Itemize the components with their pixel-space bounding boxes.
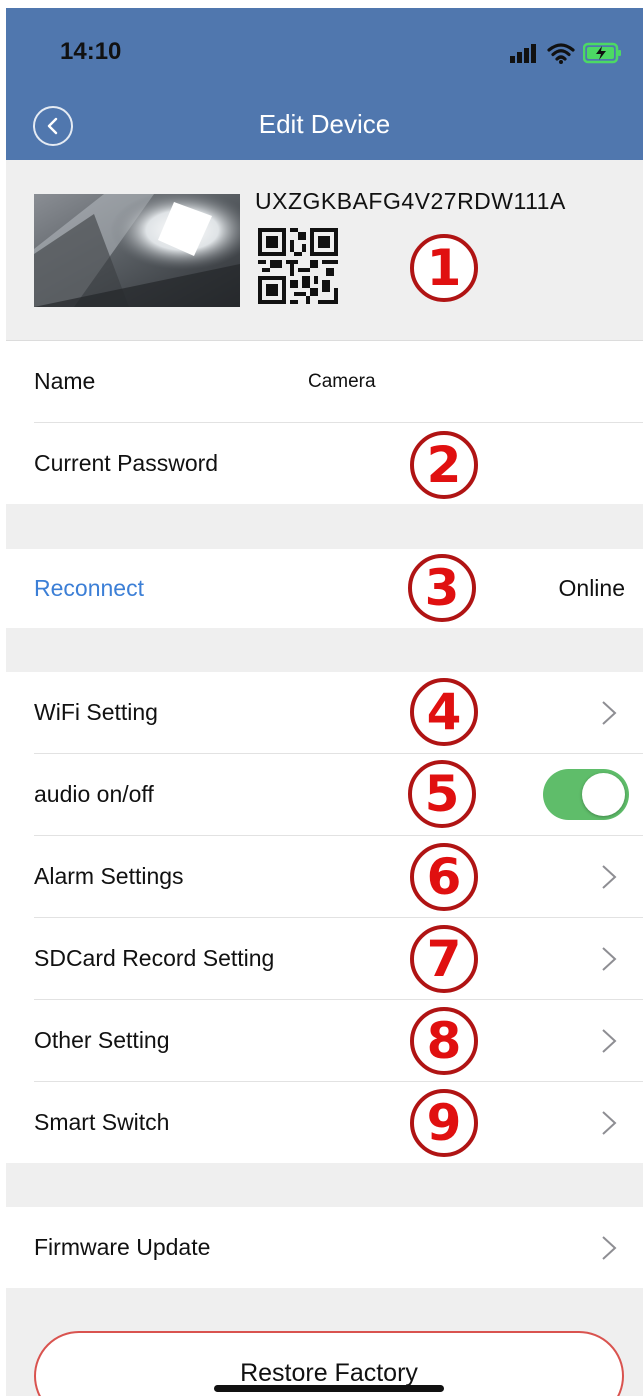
status-icons [509,42,623,64]
camera-snapshot-image [34,194,240,307]
status-time: 14:10 [60,38,122,65]
audio-row: audio on/off [6,754,643,835]
app-screen: 14:10 Edit Device UXZGKBAFG4V27RDW111A N… [0,0,643,1396]
chevron-right-icon [602,701,617,725]
sdcard-record-label: SDCard Record Setting [34,945,275,971]
restore-factory-label: Restore Factory [240,1359,418,1387]
section-gap [6,628,643,672]
home-indicator [214,1385,444,1392]
firmware-update-row[interactable]: Firmware Update [6,1207,643,1288]
annotation-marker: 1 [410,234,478,302]
navigation-header: 14:10 Edit Device [6,8,643,160]
screen-edge [0,0,6,1396]
page-title: Edit Device [258,109,391,139]
smart-switch-label: Smart Switch [34,1109,170,1135]
current-password-label: Current Password [34,450,219,476]
battery-charging-icon [583,42,621,64]
audio-label: audio on/off [34,781,154,807]
annotation-marker: 2 [410,431,478,499]
chevron-right-icon [602,947,617,971]
reconnect-link[interactable]: Reconnect [34,549,144,628]
wifi-icon [547,43,575,64]
section-gap [6,1163,643,1207]
annotation-marker: 5 [408,760,476,828]
smart-switch-row[interactable]: Smart Switch [6,1082,643,1163]
chevron-right-icon [602,1029,617,1053]
name-row[interactable]: Name Camera [6,341,643,422]
sdcard-record-row[interactable]: SDCard Record Setting [6,918,643,999]
connection-status: Online [558,575,625,601]
other-setting-row[interactable]: Other Setting [6,1000,643,1081]
reconnect-row[interactable]: Reconnect Online [6,549,643,628]
toggle-knob [582,773,625,816]
annotation-marker: 7 [410,925,478,993]
wifi-setting-label: WiFi Setting [34,699,158,725]
name-label: Name [34,368,96,394]
annotation-marker: 4 [410,678,478,746]
alarm-settings-row[interactable]: Alarm Settings [6,836,643,917]
alarm-settings-label: Alarm Settings [34,863,184,889]
current-password-row[interactable]: Current Password [6,423,643,504]
firmware-update-label: Firmware Update [34,1234,211,1260]
signal-icon [510,44,536,63]
device-uid: UXZGKBAFG4V27RDW111A [255,188,566,214]
qr-code-icon[interactable] [258,228,338,304]
chevron-right-icon [602,1111,617,1135]
annotation-marker: 6 [410,843,478,911]
other-setting-label: Other Setting [34,1027,170,1053]
annotation-marker: 9 [410,1089,478,1157]
camera-thumbnail[interactable] [34,194,240,307]
name-value: Camera [308,371,376,392]
chevron-right-icon [602,1236,617,1260]
annotation-marker: 3 [408,554,476,622]
wifi-setting-row[interactable]: WiFi Setting [6,672,643,753]
chevron-right-icon [602,865,617,889]
device-info-card: UXZGKBAFG4V27RDW111A [6,160,643,341]
audio-toggle[interactable] [543,769,629,820]
section-gap [6,504,643,549]
annotation-marker: 8 [410,1007,478,1075]
